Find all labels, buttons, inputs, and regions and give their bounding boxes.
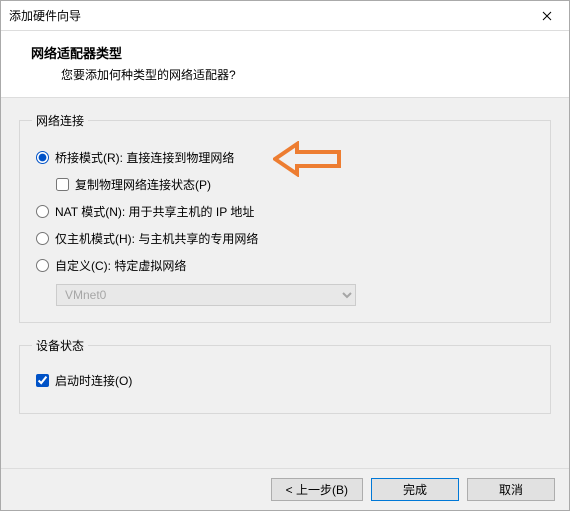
connect-on-poweron-checkbox[interactable] xyxy=(36,374,49,387)
replicate-check-row[interactable]: 复制物理网络连接状态(P) xyxy=(56,176,536,193)
bridged-label: 桥接模式(R): 直接连接到物理网络 xyxy=(55,149,234,166)
close-icon xyxy=(542,11,552,21)
network-group-legend: 网络连接 xyxy=(32,112,88,129)
window-title: 添加硬件向导 xyxy=(9,7,81,24)
wizard-body: 网络连接 桥接模式(R): 直接连接到物理网络 复制物理网络连接状态(P) NA… xyxy=(1,98,569,468)
cancel-button[interactable]: 取消 xyxy=(467,478,555,501)
connect-on-poweron-row[interactable]: 启动时连接(O) xyxy=(36,372,536,389)
finish-button[interactable]: 完成 xyxy=(371,478,459,501)
replicate-label: 复制物理网络连接状态(P) xyxy=(75,176,211,193)
header-subtitle: 您要添加何种类型的网络适配器? xyxy=(61,66,549,83)
hostonly-label: 仅主机模式(H): 与主机共享的专用网络 xyxy=(55,230,258,247)
device-state-group: 设备状态 启动时连接(O) xyxy=(19,337,551,414)
bridged-radio-row[interactable]: 桥接模式(R): 直接连接到物理网络 xyxy=(36,149,536,166)
nat-radio-row[interactable]: NAT 模式(N): 用于共享主机的 IP 地址 xyxy=(36,203,536,220)
custom-radio[interactable] xyxy=(36,259,49,272)
titlebar: 添加硬件向导 xyxy=(1,1,569,31)
header-title: 网络适配器类型 xyxy=(31,43,549,62)
connect-on-poweron-label: 启动时连接(O) xyxy=(55,372,132,389)
custom-label: 自定义(C): 特定虚拟网络 xyxy=(55,257,186,274)
hostonly-radio-row[interactable]: 仅主机模式(H): 与主机共享的专用网络 xyxy=(36,230,536,247)
wizard-footer: < 上一步(B) 完成 取消 xyxy=(1,468,569,510)
bridged-radio[interactable] xyxy=(36,151,49,164)
back-button[interactable]: < 上一步(B) xyxy=(271,478,363,501)
custom-radio-row[interactable]: 自定义(C): 特定虚拟网络 xyxy=(36,257,536,274)
nat-label: NAT 模式(N): 用于共享主机的 IP 地址 xyxy=(55,203,254,220)
wizard-header: 网络适配器类型 您要添加何种类型的网络适配器? xyxy=(1,31,569,98)
vmnet-select[interactable]: VMnet0 xyxy=(56,284,356,306)
nat-radio[interactable] xyxy=(36,205,49,218)
hostonly-radio[interactable] xyxy=(36,232,49,245)
replicate-checkbox[interactable] xyxy=(56,178,69,191)
network-connection-group: 网络连接 桥接模式(R): 直接连接到物理网络 复制物理网络连接状态(P) NA… xyxy=(19,112,551,323)
vmnet-select-wrap: VMnet0 xyxy=(56,284,536,306)
close-button[interactable] xyxy=(524,1,569,30)
device-group-legend: 设备状态 xyxy=(32,337,88,354)
wizard-window: 添加硬件向导 网络适配器类型 您要添加何种类型的网络适配器? 网络连接 桥接模式… xyxy=(0,0,570,511)
